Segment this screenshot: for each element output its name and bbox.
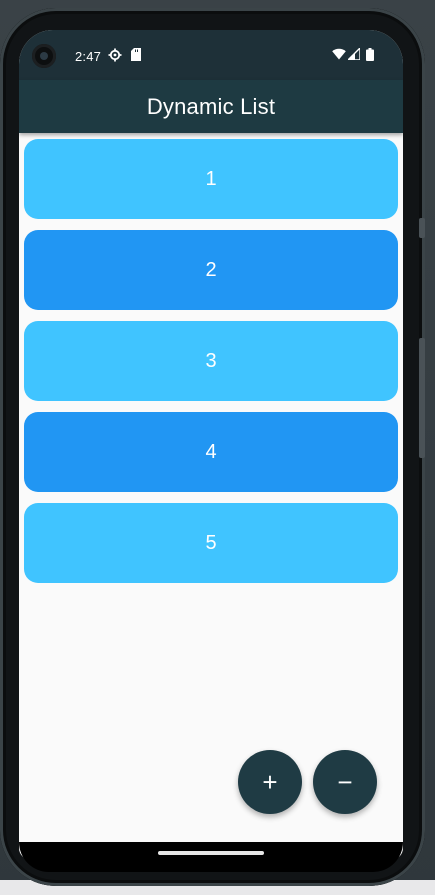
status-bar: 2:47 — [19, 30, 403, 80]
app-bar: Dynamic List — [19, 80, 403, 133]
add-button[interactable]: + — [238, 750, 302, 814]
plus-icon: + — [262, 766, 278, 797]
battery-icon — [366, 48, 374, 64]
list-item[interactable]: 4 — [24, 412, 398, 492]
wifi-icon — [332, 48, 346, 63]
home-indicator[interactable] — [158, 851, 264, 855]
list-item-label: 4 — [205, 440, 217, 463]
device-screen: 2:47 Dynamic List 1 2 3 4 5 + − — [19, 30, 403, 860]
navigation-bar — [19, 842, 403, 872]
list-item[interactable]: 5 — [24, 503, 398, 583]
cell-signal-icon — [346, 46, 361, 63]
remove-button[interactable]: − — [313, 750, 377, 814]
power-button — [419, 218, 425, 238]
list-item[interactable]: 2 — [24, 230, 398, 310]
list-item-label: 3 — [205, 349, 217, 372]
list-item-label: 2 — [205, 258, 217, 281]
list-item[interactable]: 3 — [24, 321, 398, 401]
list-item-label: 1 — [205, 167, 217, 190]
dynamic-list: 1 2 3 4 5 — [24, 139, 398, 594]
sd-card-icon — [131, 48, 141, 64]
status-time: 2:47 — [75, 49, 102, 64]
page-title: Dynamic List — [146, 93, 276, 119]
list-item-label: 5 — [205, 531, 217, 554]
minus-icon: − — [337, 766, 353, 797]
volume-button — [419, 338, 425, 458]
list-item[interactable]: 1 — [24, 139, 398, 219]
front-camera — [32, 44, 56, 68]
settings-gear-icon — [108, 48, 122, 65]
